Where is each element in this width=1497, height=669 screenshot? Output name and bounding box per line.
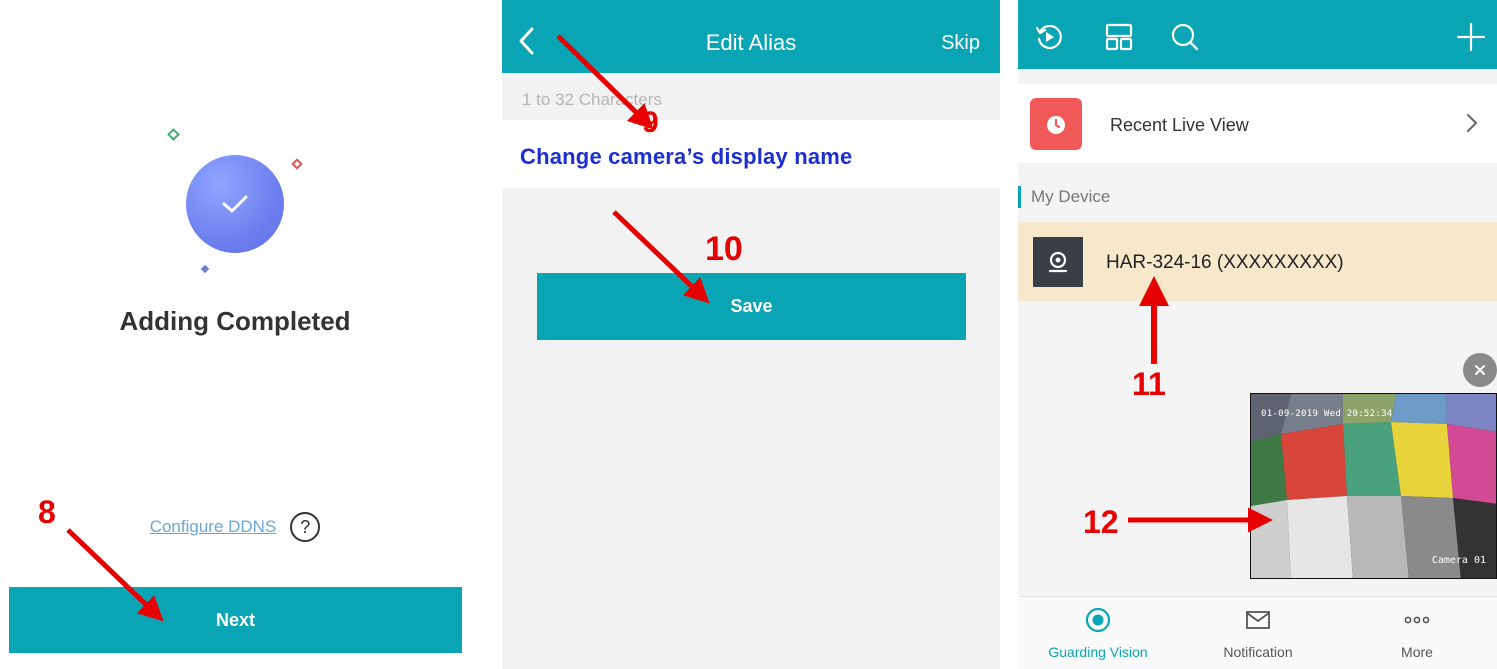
nav-label: Guarding Vision [1048, 644, 1148, 660]
annotation-step9: 9 [642, 106, 659, 139]
bottom-navigation: Guarding Vision Notification More [1018, 596, 1497, 669]
annotation-step9-text: Change camera’s display name [520, 144, 853, 169]
camera-feed-image [1251, 394, 1496, 578]
annotation-step8: 8 [38, 494, 56, 530]
section-title: My Device [1018, 186, 1110, 208]
device-name: HAR-324-16 (XXXXXXXXX) [1106, 252, 1344, 273]
camera-icon [1033, 237, 1083, 287]
osd-timestamp: 01-09-2019 Wed 20:52:34 [1261, 409, 1393, 419]
target-icon [1085, 607, 1111, 637]
nav-label: Notification [1223, 644, 1293, 660]
decor-diamond-green-icon [167, 128, 180, 141]
more-dots-icon [1402, 616, 1432, 637]
envelope-icon [1244, 611, 1272, 637]
nav-guarding-vision[interactable]: Guarding Vision [1018, 607, 1178, 660]
help-question-icon[interactable]: ? [290, 512, 321, 542]
chevron-right-icon [1465, 112, 1479, 139]
device-list-screen: Recent Live View My Device HAR-324-16 (X… [1018, 0, 1497, 669]
osd-camera-name: Camera 01 [1431, 555, 1486, 566]
add-icon[interactable] [1456, 22, 1486, 57]
nav-more[interactable]: More [1337, 607, 1497, 660]
header-bar [1018, 0, 1497, 69]
layout-icon[interactable] [1104, 22, 1134, 57]
annotation-step12: 12 [1083, 504, 1119, 540]
nav-notification[interactable]: Notification [1178, 607, 1338, 660]
search-icon[interactable] [1170, 22, 1200, 57]
success-check-icon [186, 155, 284, 253]
adding-completed-screen: Adding Completed Configure DDNS ? Next [0, 0, 470, 669]
page-title: Adding Completed [119, 306, 351, 336]
decor-diamond-red-icon [291, 158, 303, 170]
configure-ddns-row: Configure DDNS ? [0, 512, 470, 542]
header-bar: Edit Alias Skip [502, 0, 1000, 73]
playback-icon[interactable] [1034, 22, 1064, 57]
close-preview-icon[interactable] [1463, 353, 1497, 387]
decor-diamond-blue-icon [200, 264, 210, 274]
nav-label: More [1401, 644, 1433, 660]
edit-alias-screen: Edit Alias Skip 1 to 32 Characters Chang… [502, 0, 1000, 669]
annotation-step10: 10 [705, 230, 743, 268]
recent-live-view-label: Recent Live View [1110, 115, 1249, 135]
configure-ddns-link[interactable]: Configure DDNS [150, 517, 277, 537]
alias-hint: 1 to 32 Characters [522, 90, 662, 109]
recent-live-view-row[interactable]: Recent Live View [1018, 84, 1497, 163]
page-title: Edit Alias [705, 30, 797, 55]
save-button[interactable]: Save [537, 273, 966, 340]
live-preview-window[interactable]: 01-09-2019 Wed 20:52:34 Camera 01 [1250, 393, 1497, 579]
alarm-clock-icon [1030, 98, 1082, 150]
annotation-step11: 11 [1132, 366, 1166, 402]
skip-button[interactable]: Skip [941, 32, 980, 55]
device-list-item[interactable]: HAR-324-16 (XXXXXXXXX) [1018, 222, 1497, 301]
next-button[interactable]: Next [9, 587, 462, 653]
